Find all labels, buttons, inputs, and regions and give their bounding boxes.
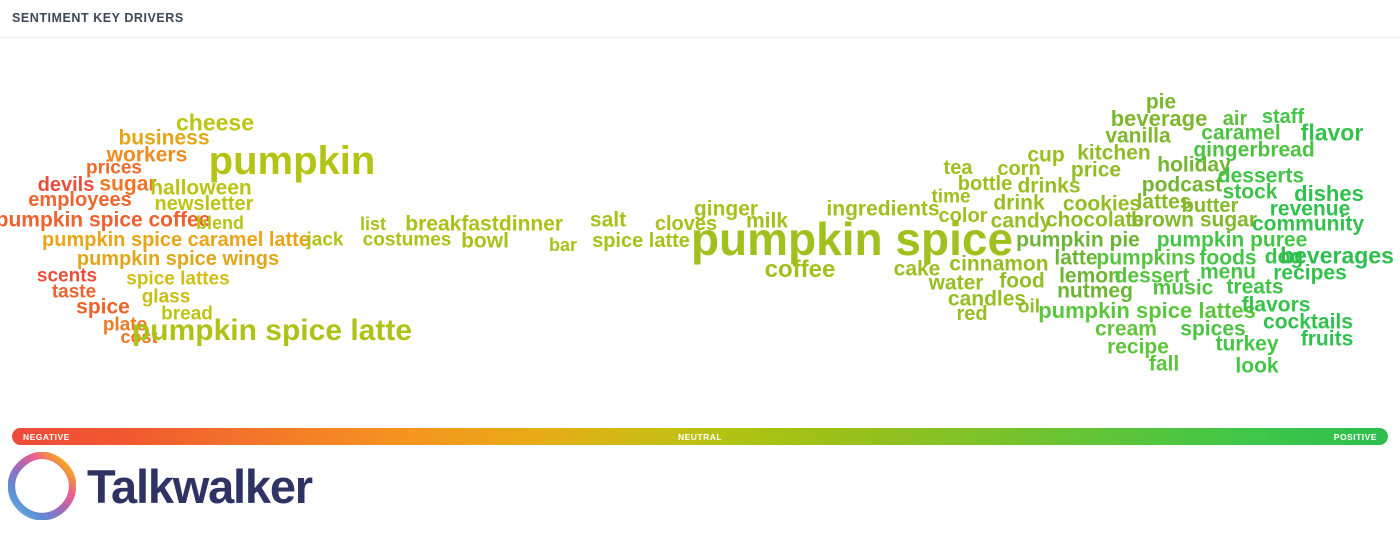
word-cloud-term[interactable]: salt [590, 210, 626, 231]
word-cloud-term[interactable]: pumpkin spice coffee [0, 210, 210, 231]
talkwalker-logo: Talkwalker [8, 452, 313, 520]
talkwalker-wordmark: Talkwalker [87, 459, 313, 513]
word-cloud-term[interactable]: jack [307, 231, 344, 250]
word-cloud-term[interactable]: turkey [1215, 334, 1278, 355]
word-cloud-term[interactable]: bowl [461, 231, 509, 252]
word-cloud-term[interactable]: pumpkin spice latte [132, 316, 412, 346]
talkwalker-mark-icon [8, 452, 76, 520]
word-cloud-term[interactable]: fruits [1301, 329, 1354, 350]
word-cloud-term[interactable]: bar [549, 236, 577, 254]
word-cloud-term[interactable]: brown sugar [1131, 210, 1257, 231]
word-cloud-term[interactable]: fall [1149, 354, 1179, 375]
word-cloud-term[interactable]: vanilla [1105, 126, 1170, 147]
word-cloud-term[interactable]: employees [28, 190, 131, 210]
word-cloud-term[interactable]: look [1235, 356, 1278, 377]
word-cloud-term[interactable]: red [956, 304, 987, 324]
word-cloud-term[interactable]: podcast [1142, 175, 1223, 196]
legend-label-neutral: NEUTRAL [677, 431, 723, 442]
word-cloud-term[interactable]: ingredients [826, 199, 939, 220]
word-cloud-term[interactable]: recipes [1273, 263, 1347, 284]
word-cloud-term[interactable]: pumpkin [209, 141, 376, 181]
word-cloud-term[interactable]: oil [1018, 298, 1040, 317]
legend-label-positive: POSITIVE [1333, 431, 1377, 442]
page-title: SENTIMENT KEY DRIVERS [12, 11, 184, 25]
word-cloud-term[interactable]: flavor [1301, 121, 1364, 145]
word-cloud-term[interactable]: coffee [765, 258, 836, 282]
word-cloud-term[interactable]: pumpkin spice wings [77, 249, 279, 269]
word-cloud-term[interactable]: price [1071, 160, 1121, 181]
legend-label-negative: NEGATIVE [23, 431, 70, 442]
word-cloud-term[interactable]: chocolate [1046, 210, 1144, 231]
word-cloud-term[interactable]: pumpkin spice caramel latte [42, 230, 310, 250]
word-cloud-term[interactable]: color [939, 206, 988, 226]
sentiment-gradient-legend: NEGATIVE NEUTRAL POSITIVE [12, 428, 1388, 445]
word-cloud-term[interactable]: gingerbread [1193, 140, 1314, 161]
word-cloud-term[interactable]: cup [1027, 145, 1064, 166]
sentiment-word-cloud[interactable]: cheese business workers prices devils sugar ha… [0, 38, 1400, 420]
word-cloud-term[interactable]: music [1153, 278, 1214, 299]
